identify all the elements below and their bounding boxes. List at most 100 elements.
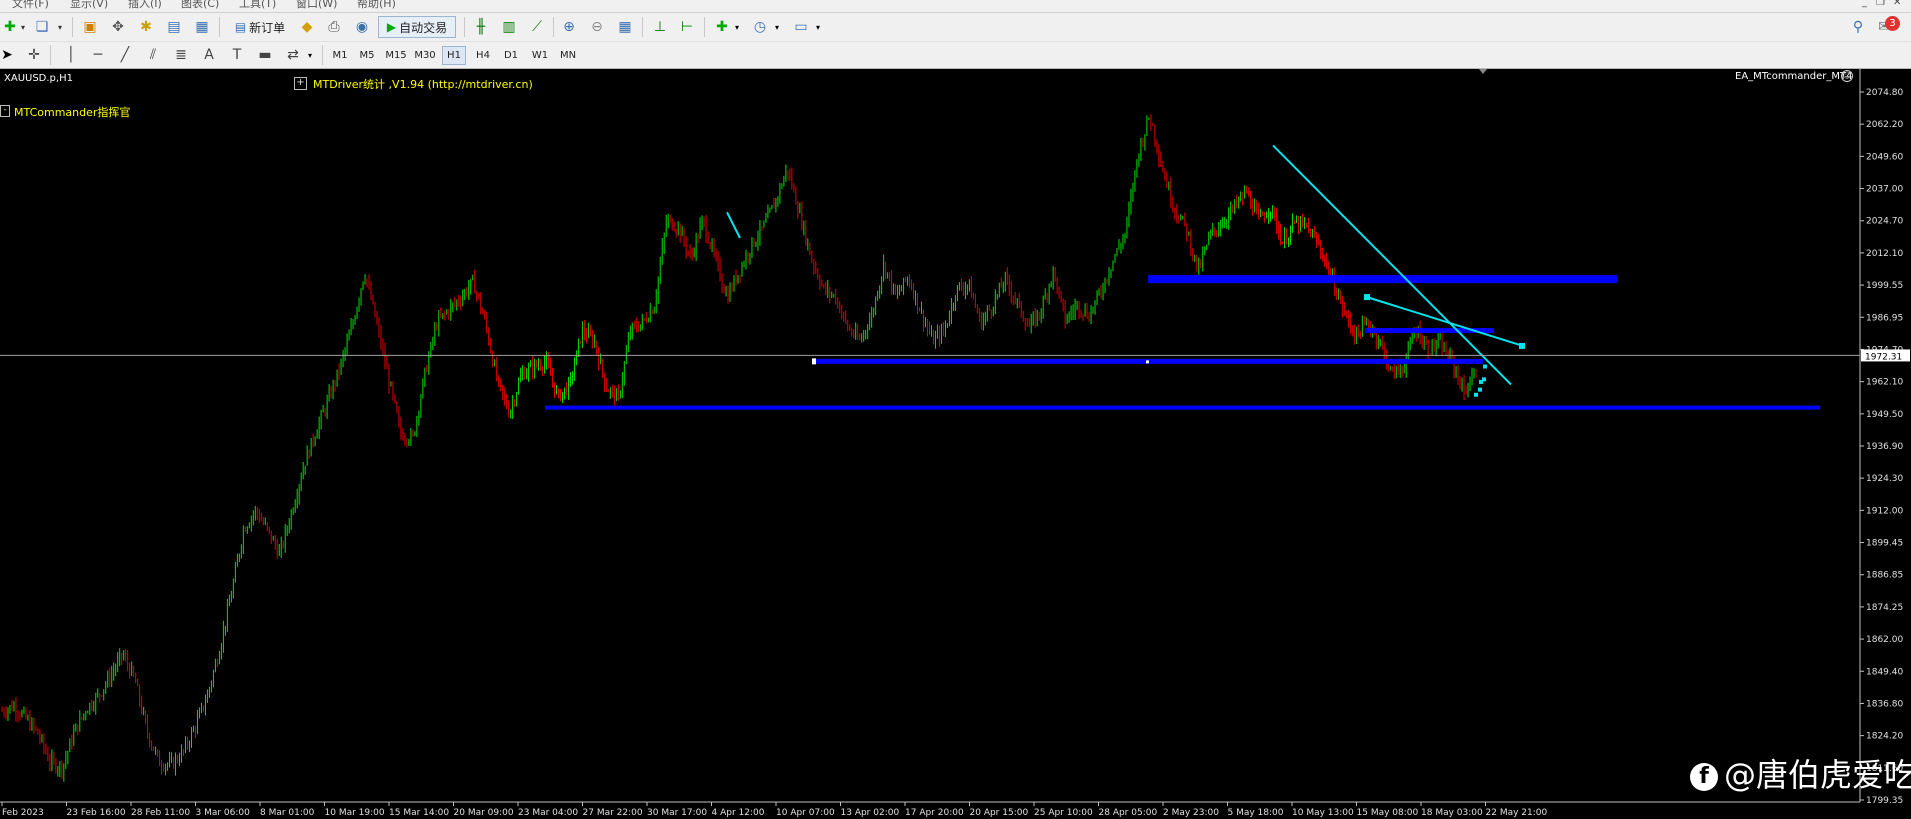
tile-windows-icon[interactable]: ▦ — [615, 17, 635, 37]
timeframe-h1[interactable]: H1 — [442, 46, 466, 65]
minimize-button[interactable]: _ — [1862, 0, 1867, 8]
print-icon[interactable]: ⎙ — [324, 17, 344, 37]
chart-canvas[interactable]: 2074.80 2062.20 2049.60 2037.00 2024.70 2012.… — [0, 69, 1911, 819]
dropdown-arrow-icon[interactable]: ▾ — [808, 17, 828, 37]
collapse-panel-button[interactable]: - — [0, 105, 10, 117]
dropdown-arrow-icon[interactable]: ▾ — [13, 17, 33, 37]
y-tick-label: 1999.55 — [1866, 281, 1903, 291]
y-tick-label: 1799.35 — [1866, 796, 1903, 806]
profiles-icon[interactable]: ❏ — [32, 17, 52, 37]
menu-item[interactable]: 插入(I) — [128, 0, 162, 11]
y-tick-label: 1924.30 — [1866, 474, 1903, 484]
timeframe-m5[interactable]: M5 — [355, 46, 379, 65]
x-tick-label: 27 Mar 22:00 — [583, 808, 643, 818]
menu-bar: 文件(F) 显示(V) 插入(I) 图表(C) 工具(T) 窗口(W) 帮助(H) _ ❐ … — [0, 0, 1911, 13]
timeframe-d1[interactable]: D1 — [499, 46, 523, 65]
x-tick-label: 15 May 08:00 — [1357, 808, 1419, 818]
fibonacci-icon[interactable]: ≣ — [171, 45, 191, 65]
x-tick-label: 10 Mar 19:00 — [325, 808, 385, 818]
drawing-toolbar: ➤ ✛ │ ─ ╱ ⫽ ≣ A T ▬ ⇄ ▾ M1 M5 M15 M30 H1 H4 D1… — [0, 42, 1911, 69]
y-tick-label: 1886.85 — [1866, 571, 1903, 581]
signals-icon[interactable]: ◉ — [352, 17, 372, 37]
text-label-icon[interactable]: T — [227, 45, 247, 65]
y-tick-label: 1912.00 — [1866, 506, 1903, 516]
indicator-label: MTDriver统计 ,V1.94 (http://mtdriver.cn) — [313, 78, 533, 91]
notification-badge[interactable]: 3 — [1885, 16, 1900, 31]
new-order-button[interactable]: ▤ 新订单 — [229, 17, 291, 37]
price-chart[interactable]: 2074.80 2062.20 2049.60 2037.00 2024.70 2012.… — [0, 69, 1911, 819]
y-tick-label: 1986.95 — [1866, 313, 1903, 323]
price-marker — [1483, 364, 1487, 369]
trend-line — [1272, 144, 1512, 386]
crosshair-move-icon[interactable]: ✥ — [108, 17, 128, 37]
horizontal-line-icon[interactable]: ─ — [88, 45, 108, 65]
auto-scroll-icon[interactable]: ⊢ — [677, 17, 697, 37]
chart-shift-icon[interactable]: ⊥ — [650, 17, 670, 37]
candlestick-icon[interactable]: ▥ — [499, 17, 519, 37]
dropdown-arrow-icon[interactable]: ▾ — [767, 17, 787, 37]
market-watch-icon[interactable]: ▣ — [80, 17, 100, 37]
mtcommander-label: MTCommander指挥官 — [14, 106, 131, 119]
price-marker — [1474, 392, 1478, 397]
menu-item[interactable]: 显示(V) — [70, 0, 108, 11]
x-tick-label: 25 Apr 10:00 — [1034, 808, 1093, 818]
current-price-label: 1972.31 — [1865, 352, 1902, 362]
y-tick-label: 1962.10 — [1866, 378, 1903, 388]
expand-indicator-button[interactable]: + — [294, 77, 307, 90]
x-tick-label: 5 May 18:00 — [1228, 808, 1284, 818]
trend-anchor — [1364, 294, 1370, 301]
trend-line — [1366, 296, 1524, 347]
timeframe-m15[interactable]: M15 — [384, 46, 408, 65]
y-tick-label: 2037.00 — [1866, 185, 1903, 195]
restore-button[interactable]: ❐ — [1876, 0, 1885, 8]
x-tick-label: 20 Mar 09:00 — [454, 808, 514, 818]
search-icon[interactable]: ⚲ — [1848, 17, 1868, 37]
dropdown-arrow-icon[interactable]: ▾ — [50, 17, 70, 37]
y-tick-label: 1874.25 — [1866, 603, 1903, 613]
menu-item[interactable]: 图表(C) — [181, 0, 219, 11]
timeframe-h4[interactable]: H4 — [471, 46, 495, 65]
menu-item[interactable]: 文件(F) — [12, 0, 49, 11]
timeframe-m30[interactable]: M30 — [413, 46, 437, 65]
y-tick-label: 2012.10 — [1866, 249, 1903, 259]
menu-item[interactable]: 帮助(H) — [357, 0, 396, 11]
line-anchor — [812, 358, 816, 365]
terminal-icon[interactable]: ▤ — [164, 17, 184, 37]
dropdown-arrow-icon[interactable]: ▾ — [300, 45, 320, 65]
line-chart-icon[interactable]: ⟋ — [527, 17, 547, 37]
strategy-tester-icon[interactable]: ▦ — [192, 17, 212, 37]
zoom-in-icon[interactable]: ⊕ — [559, 17, 579, 37]
equidistant-channel-icon[interactable]: ⫽ — [143, 45, 163, 65]
trend-line — [726, 211, 741, 239]
x-tick-label: 23 Mar 04:00 — [518, 808, 578, 818]
menu-item[interactable]: 窗口(W) — [296, 0, 337, 11]
menu-item[interactable]: 工具(T) — [239, 0, 276, 11]
standard-toolbar: ✚ ▾ ❏ ▾ ▣ ✥ ✱ ▤ ▦ ▤ 新订单 ◆ ⎙ ◉ ▶ 自动交易 ╫ ▥… — [0, 13, 1911, 42]
new-order-icon: ▤ — [234, 20, 247, 34]
timeframe-mn[interactable]: MN — [556, 46, 580, 65]
trend-anchor — [1519, 342, 1525, 349]
vertical-line-icon[interactable]: │ — [61, 45, 81, 65]
trend-line-icon[interactable]: ╱ — [115, 45, 135, 65]
zoom-out-icon[interactable]: ⊖ — [587, 17, 607, 37]
timeframe-m1[interactable]: M1 — [328, 46, 352, 65]
meta-editor-icon[interactable]: ◆ — [297, 17, 317, 37]
x-tick-label: 18 May 03:00 — [1421, 808, 1483, 818]
navigator-icon[interactable]: ✱ — [136, 17, 156, 37]
watermark-logo-icon: f — [1690, 763, 1718, 791]
dropdown-arrow-icon[interactable]: ▾ — [727, 17, 747, 37]
close-window-button[interactable]: ✕ — [1893, 0, 1901, 8]
cursor-arrow-icon[interactable]: ➤ — [0, 45, 17, 65]
rectangle-icon[interactable]: ▬ — [255, 45, 275, 65]
bar-chart-icon[interactable]: ╫ — [471, 17, 491, 37]
y-tick-label: 2062.20 — [1866, 120, 1903, 130]
auto-trading-icon: ▶ — [386, 20, 397, 34]
auto-trading-button[interactable]: ▶ 自动交易 — [378, 16, 456, 38]
timeframe-w1[interactable]: W1 — [528, 46, 552, 65]
crosshair-icon[interactable]: ✛ — [24, 45, 44, 65]
x-tick-label: 15 Mar 14:00 — [389, 808, 449, 818]
x-tick-label: 30 Mar 17:00 — [647, 808, 707, 818]
x-tick-label: 10 Apr 07:00 — [776, 808, 835, 818]
text-icon[interactable]: A — [199, 45, 219, 65]
resistance-zone — [1148, 275, 1617, 284]
